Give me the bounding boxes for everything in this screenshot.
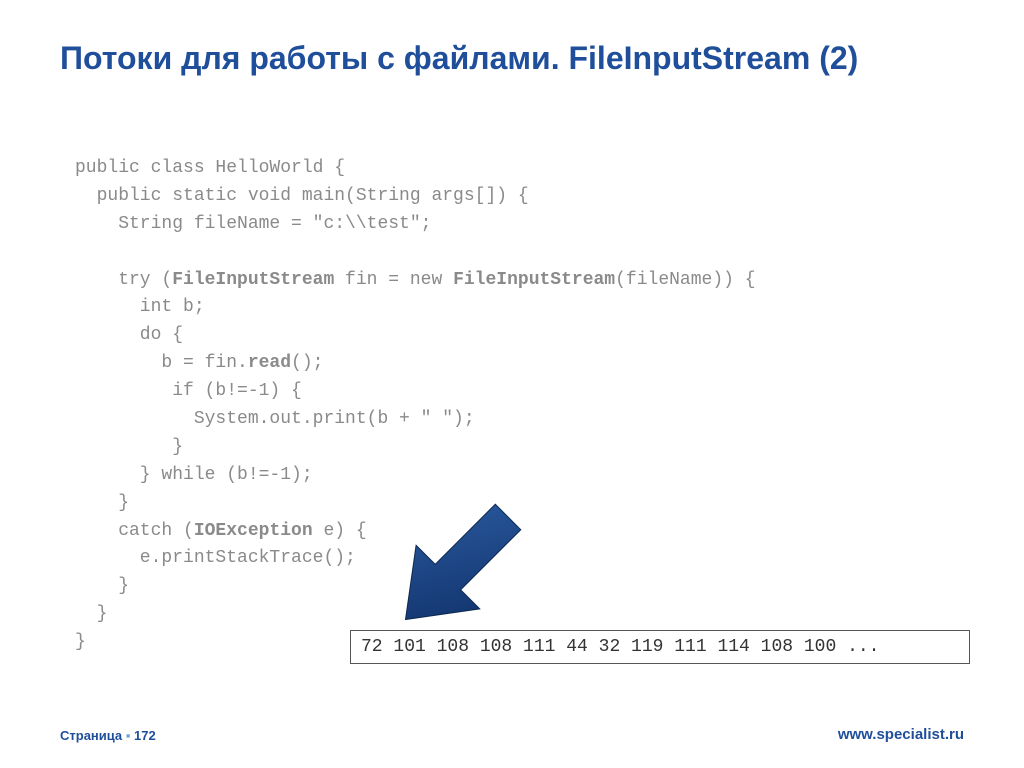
code-line: e.printStackTrace(); xyxy=(75,548,356,568)
footer-page-number: 172 xyxy=(134,728,156,743)
arrow-icon xyxy=(375,490,535,650)
code-line: } xyxy=(75,437,183,457)
footer-url: www.specialist.ru xyxy=(838,726,964,743)
code-line: int b; xyxy=(75,297,205,317)
footer-separator-icon: ▪ xyxy=(126,728,134,743)
code-line: } while (b!=-1); xyxy=(75,465,313,485)
code-line: try (FileInputStream fin = new FileInput… xyxy=(75,270,756,290)
code-line: } xyxy=(75,632,86,652)
code-line: String fileName = "c:\\test"; xyxy=(75,214,431,234)
code-line: } xyxy=(75,576,129,596)
code-line: catch (IOException e) { xyxy=(75,521,367,541)
code-line: public static void main(String args[]) { xyxy=(75,186,529,206)
footer-page: Страница ▪ 172 xyxy=(60,728,156,743)
code-line: System.out.print(b + " "); xyxy=(75,409,475,429)
code-line: public class HelloWorld { xyxy=(75,158,345,178)
slide-title: Потоки для работы с файлами. FileInputSt… xyxy=(60,38,964,78)
output-box: 72 101 108 108 111 44 32 119 111 114 108… xyxy=(350,630,970,664)
code-line: if (b!=-1) { xyxy=(75,381,302,401)
code-line: } xyxy=(75,493,129,513)
code-line: } xyxy=(75,604,107,624)
code-line: b = fin.read(); xyxy=(75,353,323,373)
code-line: do { xyxy=(75,325,183,345)
slide: Потоки для работы с файлами. FileInputSt… xyxy=(0,0,1024,768)
footer-page-label: Страница xyxy=(60,728,122,743)
